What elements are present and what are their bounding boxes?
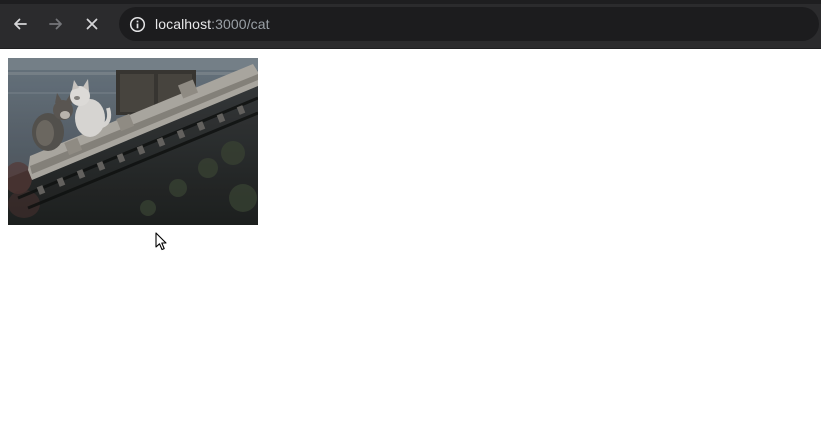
cat-photo: [8, 58, 258, 225]
mouse-cursor-icon: [155, 232, 167, 251]
url-host: localhost: [155, 16, 212, 32]
tab-strip-edge: [0, 0, 821, 4]
site-info-button[interactable]: [128, 15, 146, 33]
address-bar[interactable]: localhost:3000/cat: [119, 7, 819, 41]
arrow-left-icon: [14, 18, 27, 30]
cat-photo-illustration: [8, 58, 258, 225]
url-text[interactable]: localhost:3000/cat: [155, 16, 270, 32]
url-path: :3000/cat: [211, 16, 270, 32]
close-icon: [86, 18, 98, 30]
info-icon: [129, 16, 145, 32]
forward-button[interactable]: [44, 12, 68, 36]
arrow-right-icon: [49, 18, 62, 30]
browser-toolbar: localhost:3000/cat: [0, 0, 821, 49]
stop-loading-button[interactable]: [80, 12, 104, 36]
page-viewport: [0, 49, 821, 425]
back-button[interactable]: [8, 12, 32, 36]
